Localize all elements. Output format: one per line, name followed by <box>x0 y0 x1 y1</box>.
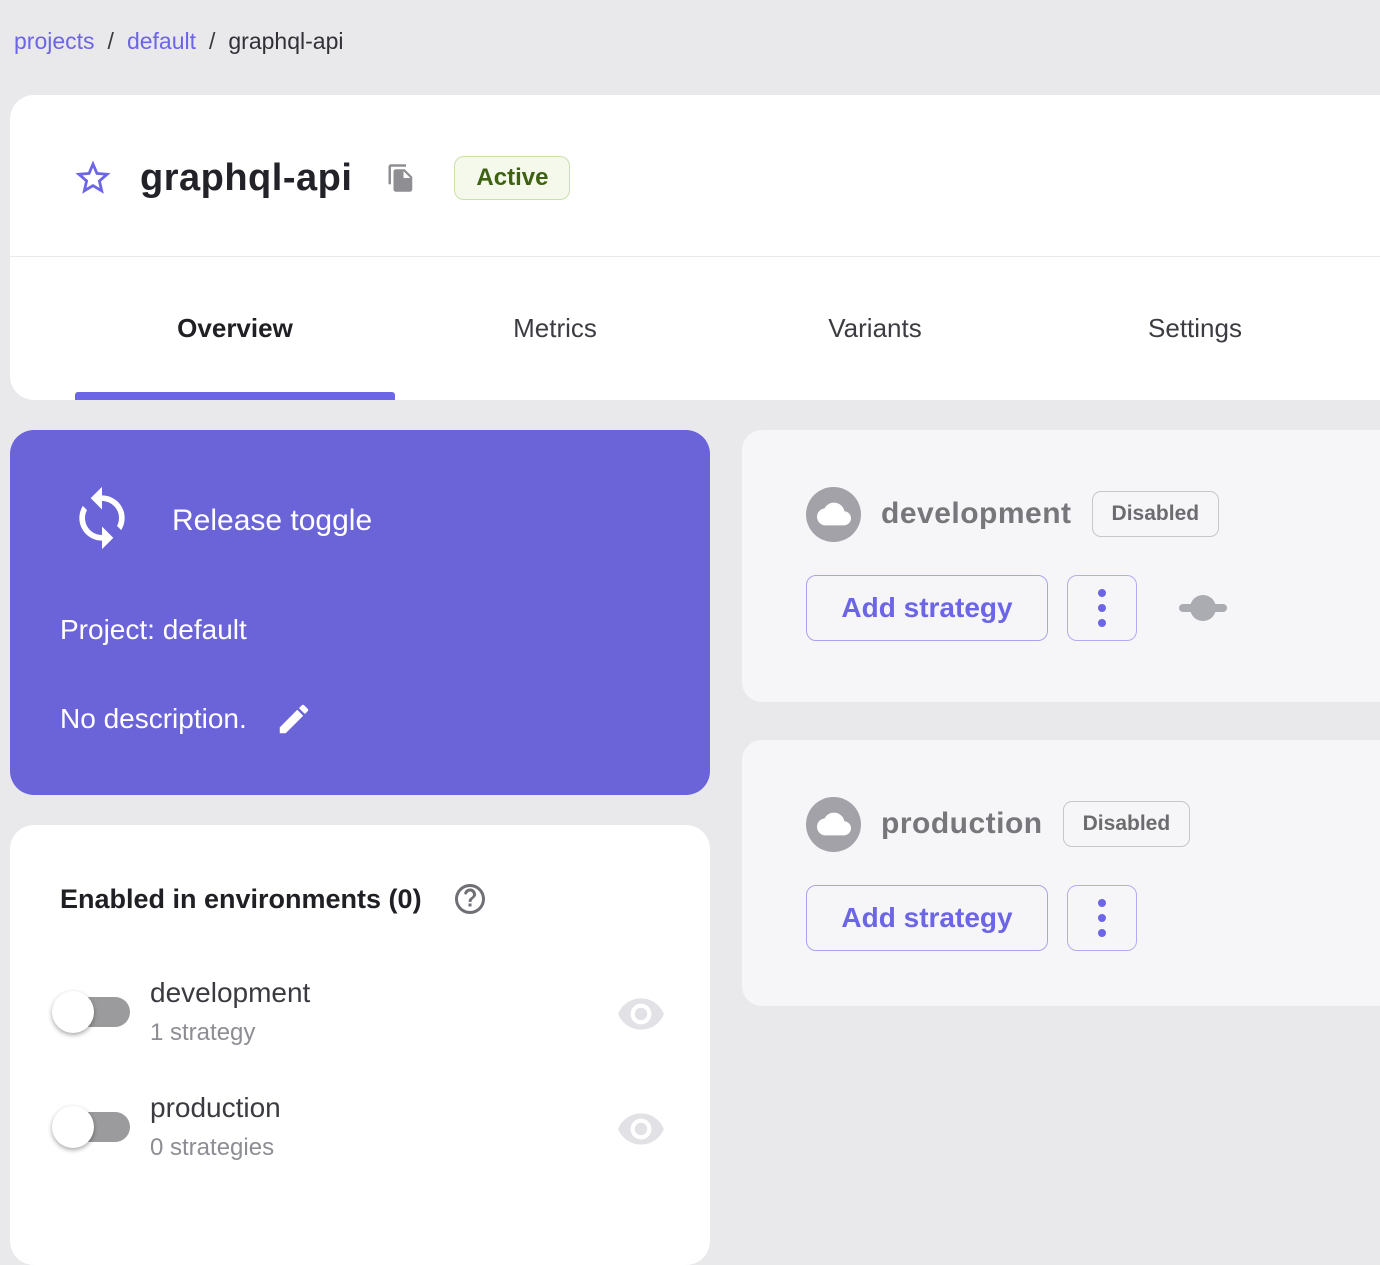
status-badge: Active <box>454 156 571 200</box>
strategy-slider-icon <box>1178 593 1228 623</box>
cloud-icon <box>806 796 861 852</box>
project-label: Project: default <box>60 614 247 645</box>
env-name: production <box>150 1092 281 1123</box>
enabled-environments-card: Enabled in environments (0) development … <box>10 825 710 1265</box>
env-strategy-count: 0 strategies <box>150 1134 275 1161</box>
visibility-eye-icon[interactable] <box>616 989 666 1039</box>
enabled-environments-title: Enabled in environments (0) <box>60 883 422 914</box>
environment-name: production <box>881 807 1043 840</box>
env-summary-row-production: production 0 strategies <box>10 1088 710 1178</box>
add-strategy-button[interactable]: Add strategy <box>806 575 1048 641</box>
toggle-thumb <box>52 991 94 1033</box>
env-strategy-count: 1 strategy <box>150 1019 256 1046</box>
development-toggle-switch[interactable] <box>52 991 130 1033</box>
more-options-kebab-icon[interactable] <box>1067 575 1137 641</box>
release-toggle-loop-icon <box>68 480 136 556</box>
tab-settings[interactable]: Settings <box>1035 257 1355 400</box>
breadcrumb-current: graphql-api <box>228 28 344 54</box>
environment-status-badge: Disabled <box>1091 491 1220 537</box>
tab-variants[interactable]: Variants <box>715 257 1035 400</box>
environment-name: development <box>881 497 1072 530</box>
toggle-thumb <box>52 1106 94 1148</box>
page-title: graphql-api <box>140 157 353 199</box>
tab-overview[interactable]: Overview <box>75 257 395 400</box>
breadcrumb: projects / default / graphql-api <box>14 28 343 55</box>
active-tab-indicator <box>75 392 395 400</box>
feature-header-card: graphql-api Active Overview Metrics Vari… <box>10 95 1380 400</box>
favorite-star-icon[interactable] <box>72 157 114 199</box>
visibility-eye-icon[interactable] <box>616 1104 666 1154</box>
more-options-kebab-icon[interactable] <box>1067 885 1137 951</box>
tabs: Overview Metrics Variants Settings <box>75 257 1355 400</box>
copy-name-icon[interactable] <box>386 161 416 195</box>
breadcrumb-separator: / <box>209 28 216 54</box>
feature-title-row: graphql-api Active <box>72 153 571 203</box>
environment-status-badge: Disabled <box>1062 801 1191 847</box>
tab-metrics[interactable]: Metrics <box>395 257 715 400</box>
breadcrumb-projects-link[interactable]: projects <box>14 28 95 55</box>
environment-card-development: development Disabled Add strategy <box>742 430 1380 702</box>
production-toggle-switch[interactable] <box>52 1106 130 1148</box>
help-icon[interactable] <box>452 881 488 917</box>
toggle-overview-card: Release toggle Project: default No descr… <box>10 430 710 795</box>
env-summary-row-development: development 1 strategy <box>10 973 710 1063</box>
edit-description-icon[interactable] <box>275 700 313 738</box>
add-strategy-button[interactable]: Add strategy <box>806 885 1048 951</box>
environment-card-production: production Disabled Add strategy <box>742 740 1380 1006</box>
description-text: No description. <box>60 703 247 734</box>
cloud-icon <box>806 486 861 542</box>
env-name: development <box>150 977 311 1008</box>
toggle-type-label: Release toggle <box>172 504 373 537</box>
breadcrumb-default-link[interactable]: default <box>127 28 196 55</box>
breadcrumb-separator: / <box>107 28 114 54</box>
